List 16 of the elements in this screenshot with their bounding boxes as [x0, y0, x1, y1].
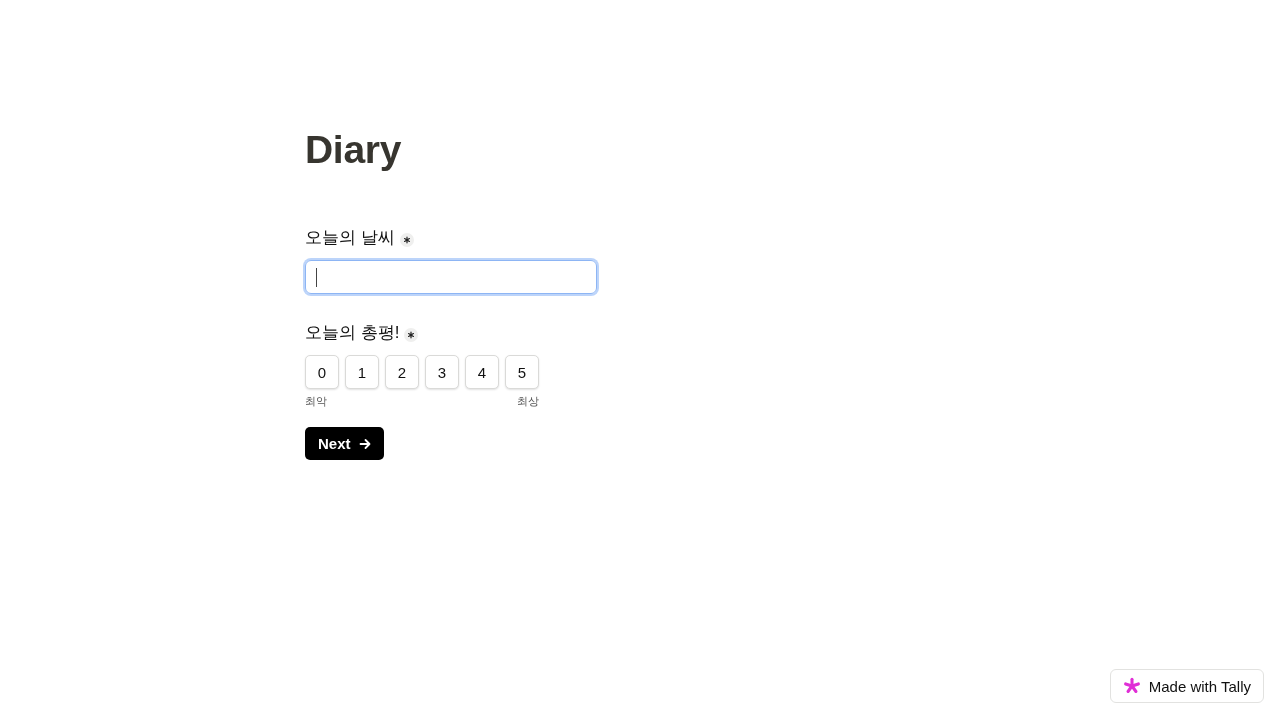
made-with-badge[interactable]: Made with Tally [1109, 669, 1264, 703]
rating-option[interactable]: 5 [505, 355, 539, 389]
rating-option[interactable]: 1 [345, 355, 379, 389]
scale-min-label: 최악 [305, 394, 327, 409]
rating-option[interactable]: 4 [465, 355, 499, 389]
scale-max-label: 최상 [517, 394, 539, 409]
rating-option[interactable]: 0 [305, 355, 339, 389]
question-label: 오늘의 날씨 [305, 227, 395, 249]
arrow-right-icon [358, 437, 371, 450]
input-field[interactable] [305, 260, 597, 294]
next-button[interactable]: Next [305, 427, 384, 460]
rating-option[interactable]: 2 [385, 355, 419, 389]
form-title: Diary [305, 127, 402, 173]
question-label: 오늘의 총평! [305, 322, 400, 344]
asterisk-logo-icon [1122, 677, 1141, 695]
rating-option[interactable]: 3 [425, 355, 459, 389]
